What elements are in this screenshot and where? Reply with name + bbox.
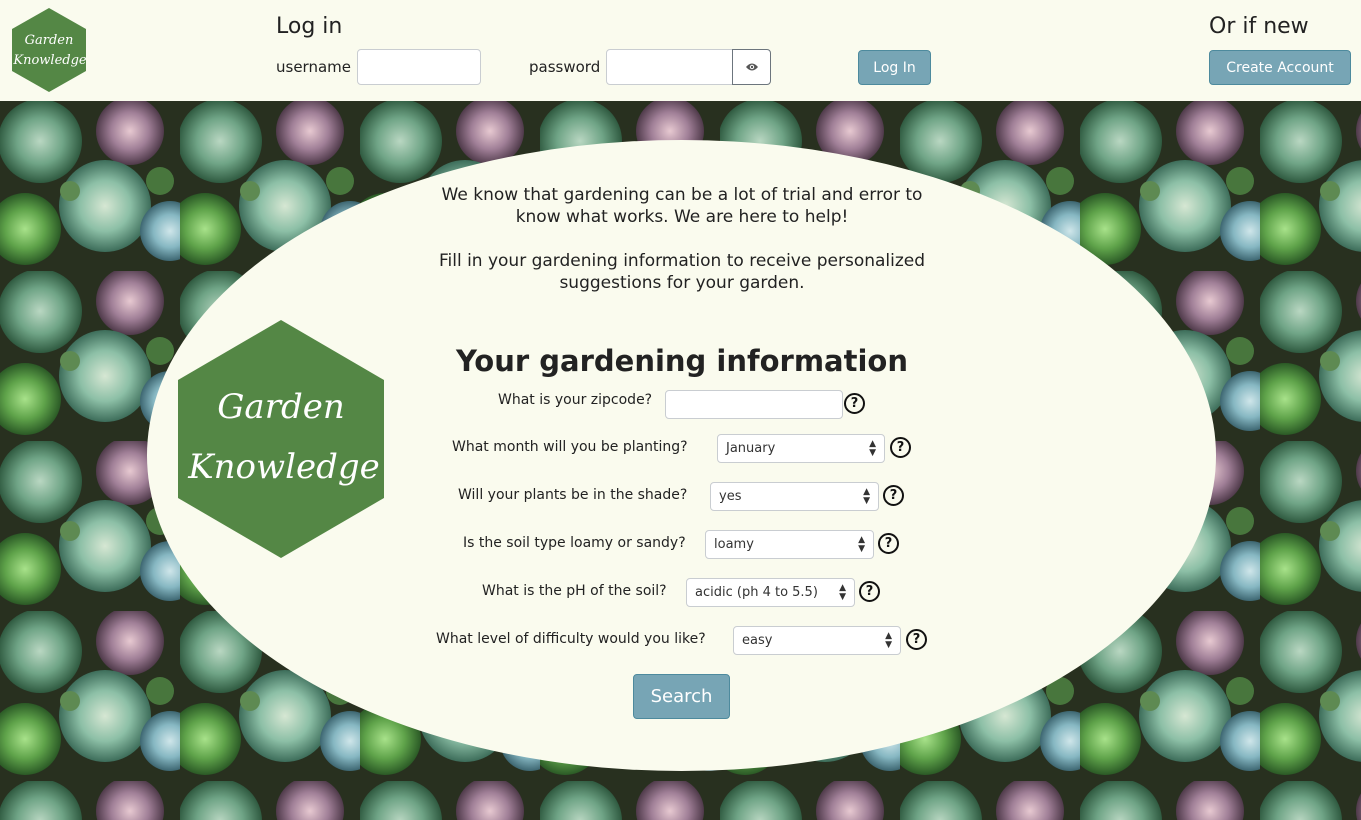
- top-header: Garden Knowledge Log in username passwor…: [0, 0, 1361, 101]
- password-label: password: [529, 58, 601, 76]
- select-caret-icon: ▲ ▼: [858, 534, 865, 554]
- search-button[interactable]: Search: [633, 674, 730, 719]
- difficulty-select[interactable]: easy ▲ ▼: [733, 626, 901, 655]
- logo-large-text-line1: Garden: [217, 387, 344, 427]
- month-question: What month will you be planting?: [452, 439, 688, 455]
- username-input[interactable]: [357, 49, 481, 85]
- soil-question: Is the soil type loamy or sandy?: [463, 535, 686, 551]
- shade-select[interactable]: yes ▲ ▼: [710, 482, 879, 511]
- intro-paragraph-2: Fill in your gardening information to re…: [438, 251, 926, 293]
- logo-text-line2: Knowledge: [12, 53, 87, 68]
- shade-question: Will your plants be in the shade?: [458, 487, 688, 503]
- login-button[interactable]: Log In: [858, 50, 931, 85]
- create-account-button[interactable]: Create Account: [1209, 50, 1351, 85]
- logo-text-line1: Garden: [25, 33, 74, 48]
- shade-help-icon[interactable]: ?: [883, 485, 904, 506]
- select-caret-icon: ▲ ▼: [885, 630, 892, 650]
- select-caret-icon: ▲ ▼: [839, 582, 846, 602]
- eye-icon: [745, 63, 758, 71]
- month-help-icon[interactable]: ?: [890, 437, 911, 458]
- difficulty-select-value: easy: [742, 633, 773, 648]
- shade-select-value: yes: [719, 489, 742, 504]
- logo-large-text-line2: Knowledge: [187, 447, 380, 487]
- password-input[interactable]: [606, 49, 733, 85]
- difficulty-question: What level of difficulty would you like?: [436, 631, 706, 647]
- intro-paragraph-1: We know that gardening can be a lot of t…: [441, 185, 923, 227]
- select-caret-icon: ▲ ▼: [869, 438, 876, 458]
- zipcode-help-icon[interactable]: ?: [844, 393, 865, 414]
- form-title: Your gardening information: [455, 344, 909, 378]
- select-caret-icon: ▲ ▼: [863, 486, 870, 506]
- ph-select-value: acidic (ph 4 to 5.5): [695, 585, 818, 600]
- zipcode-input[interactable]: [665, 390, 843, 419]
- username-label: username: [276, 58, 351, 76]
- ph-question: What is the pH of the soil?: [482, 583, 667, 599]
- new-user-title: Or if new: [1209, 14, 1309, 39]
- month-select-value: January: [726, 441, 776, 456]
- login-title: Log in: [276, 14, 343, 39]
- difficulty-help-icon[interactable]: ?: [906, 629, 927, 650]
- show-password-button[interactable]: [732, 49, 771, 85]
- site-logo[interactable]: Garden Knowledge: [10, 6, 88, 94]
- soil-select-value: loamy: [714, 537, 754, 552]
- soil-help-icon[interactable]: ?: [878, 533, 899, 554]
- zipcode-question: What is your zipcode?: [498, 392, 653, 408]
- garden-knowledge-logo-large: Garden Knowledge: [176, 318, 386, 560]
- soil-select[interactable]: loamy ▲ ▼: [705, 530, 874, 559]
- ph-help-icon[interactable]: ?: [859, 581, 880, 602]
- ph-select[interactable]: acidic (ph 4 to 5.5) ▲ ▼: [686, 578, 855, 607]
- month-select[interactable]: January ▲ ▼: [717, 434, 885, 463]
